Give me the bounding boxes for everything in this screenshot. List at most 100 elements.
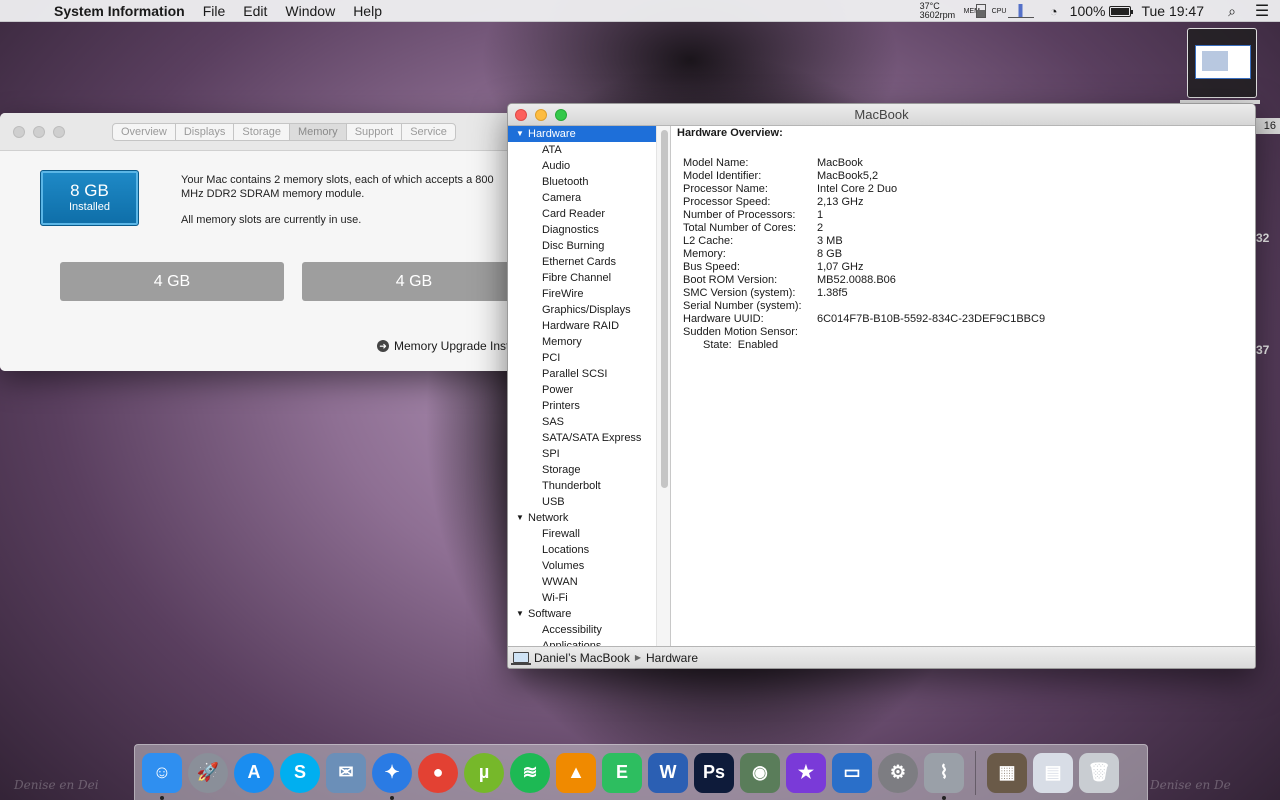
sidebar-item-parallel-scsi[interactable]: Parallel SCSI xyxy=(508,366,656,382)
sidebar-item-power[interactable]: Power xyxy=(508,382,656,398)
sidebar-item-diagnostics[interactable]: Diagnostics xyxy=(508,222,656,238)
sidebar-item-bluetooth[interactable]: Bluetooth xyxy=(508,174,656,190)
dock-imovie-icon[interactable]: ★ xyxy=(786,752,826,793)
zoom-button[interactable] xyxy=(53,126,65,138)
wifi-icon[interactable]: ◔ xyxy=(1042,4,1066,19)
tab-memory[interactable]: Memory xyxy=(289,124,347,140)
sidebar-item-firewall[interactable]: Firewall xyxy=(508,526,656,542)
dock-finder-icon[interactable]: ☺ xyxy=(142,752,182,800)
breadcrumb-hardware[interactable]: Hardware xyxy=(646,651,698,665)
sidebar-item-printers[interactable]: Printers xyxy=(508,398,656,414)
sidebar-group-network[interactable]: ▼ Network xyxy=(508,510,656,526)
dock-app-store-icon[interactable]: A xyxy=(234,752,274,793)
sidebar-item-hardware-raid[interactable]: Hardware RAID xyxy=(508,318,656,334)
sidebar-item-memory[interactable]: Memory xyxy=(508,334,656,350)
menu-edit[interactable]: Edit xyxy=(234,0,276,22)
dock-mail-icon[interactable]: ✉ xyxy=(326,752,366,793)
motion-sensor-details: State: Enabled xyxy=(683,339,1249,352)
sidebar-item-sas[interactable]: SAS xyxy=(508,414,656,430)
property-value: 1.38f5 xyxy=(817,287,848,299)
edge-label-16: 16 xyxy=(1254,118,1280,134)
sidebar-item-firewire[interactable]: FireWire xyxy=(508,286,656,302)
minimize-button[interactable] xyxy=(535,109,547,121)
dock-image-capture-icon[interactable]: ◉ xyxy=(740,752,780,793)
sidebar-item-sata-sata-express[interactable]: SATA/SATA Express xyxy=(508,430,656,446)
battery-icon[interactable] xyxy=(1109,5,1134,17)
memory-upgrade-link[interactable]: ➜ Memory Upgrade Inst xyxy=(377,339,509,353)
property-row: SMC Version (system): 1.38f5 xyxy=(683,287,1249,300)
dock-photoshop-icon[interactable]: Ps xyxy=(694,752,734,793)
sidebar-item-graphics-displays[interactable]: Graphics/Displays xyxy=(508,302,656,318)
sidebar-item-camera[interactable]: Camera xyxy=(508,190,656,206)
dock-system-information-icon[interactable]: ⌇ xyxy=(924,752,964,800)
status-area: 37°C 3602rpm MEM CPU ◔ 100% Tue 19:47 ⌕ … xyxy=(920,0,1280,22)
sidebar-item-fibre-channel[interactable]: Fibre Channel xyxy=(508,270,656,286)
property-value: 2,13 GHz xyxy=(817,196,864,208)
dock-documents-stack-icon[interactable]: ▤ xyxy=(1033,752,1073,793)
sidebar-item-pci[interactable]: PCI xyxy=(508,350,656,366)
close-button[interactable] xyxy=(515,109,527,121)
dock-evernote-icon[interactable]: E xyxy=(602,752,642,793)
sidebar-item-wwan[interactable]: WWAN xyxy=(508,574,656,590)
app-menu[interactable]: System Information xyxy=(54,0,194,22)
notification-center-icon[interactable]: ☰ xyxy=(1244,1,1280,21)
property-value: Enabled xyxy=(737,339,779,351)
menubar-clock[interactable]: Tue 19:47 xyxy=(1141,3,1220,19)
sidebar-item-disc-burning[interactable]: Disc Burning xyxy=(508,238,656,254)
sidebar-item-volumes[interactable]: Volumes xyxy=(508,558,656,574)
breadcrumb-computer[interactable]: Daniel’s MacBook xyxy=(534,651,630,665)
sidebar-item-ata[interactable]: ATA xyxy=(508,142,656,158)
dock-vlc-icon[interactable]: ▲ xyxy=(556,752,596,793)
zoom-button[interactable] xyxy=(555,109,567,121)
tab-support[interactable]: Support xyxy=(347,124,403,140)
dock-utorrent-icon[interactable]: µ xyxy=(464,752,504,793)
running-indicator xyxy=(942,795,946,800)
tab-service[interactable]: Service xyxy=(402,124,455,140)
sidebar-item-usb[interactable]: USB xyxy=(508,494,656,510)
dock-keynote-icon[interactable]: ▭ xyxy=(832,752,872,793)
tab-storage[interactable]: Storage xyxy=(234,124,290,140)
menu-file[interactable]: File xyxy=(194,0,235,22)
sidebar-item-spi[interactable]: SPI xyxy=(508,446,656,462)
sidebar-item-storage[interactable]: Storage xyxy=(508,462,656,478)
property-row: Sudden Motion Sensor: xyxy=(683,326,1249,339)
memory-meter-icon[interactable] xyxy=(975,4,986,18)
dock-word-icon[interactable]: W xyxy=(648,752,688,793)
dock-trash-icon[interactable]: 🗑 xyxy=(1079,752,1119,793)
menu-window[interactable]: Window xyxy=(276,0,344,22)
dock-safari-icon[interactable]: ✦ xyxy=(372,752,412,800)
dock-system-preferences-icon[interactable]: ⚙ xyxy=(878,752,918,793)
dock-launchpad-icon[interactable]: 🚀 xyxy=(188,752,228,793)
scrollbar-thumb[interactable] xyxy=(661,130,668,488)
dock-spotify-icon[interactable]: ≋ xyxy=(510,752,550,793)
desktop-thumbnail[interactable] xyxy=(1187,28,1257,98)
sidebar-item-ethernet-cards[interactable]: Ethernet Cards xyxy=(508,254,656,270)
dock-skype-icon[interactable]: S xyxy=(280,752,320,793)
running-indicator xyxy=(390,795,394,800)
property-key: Boot ROM Version: xyxy=(683,274,778,286)
battery-percent[interactable]: 100% xyxy=(1070,3,1110,19)
sidebar-item-locations[interactable]: Locations xyxy=(508,542,656,558)
sidebar-item-accessibility[interactable]: Accessibility xyxy=(508,622,656,638)
sidebar-item-card-reader[interactable]: Card Reader xyxy=(508,206,656,222)
sidebar-item-thunderbolt[interactable]: Thunderbolt xyxy=(508,478,656,494)
disclosure-triangle-icon[interactable]: ▼ xyxy=(516,126,525,142)
sidebar-group-software[interactable]: ▼ Software xyxy=(508,606,656,622)
menu-help[interactable]: Help xyxy=(344,0,391,22)
spotlight-search-icon[interactable]: ⌕ xyxy=(1220,3,1244,20)
dock-downloads-stack-icon[interactable]: ▦ xyxy=(987,752,1027,793)
cpu-graph-icon[interactable] xyxy=(1007,4,1034,18)
sidebar-item-wi-fi[interactable]: Wi-Fi xyxy=(508,590,656,606)
minimize-button[interactable] xyxy=(33,126,45,138)
property-value: 1 xyxy=(817,209,824,221)
sidebar-group-hardware[interactable]: ▼ Hardware xyxy=(508,126,656,142)
close-button[interactable] xyxy=(13,126,25,138)
tab-overview[interactable]: Overview xyxy=(113,124,176,140)
disclosure-triangle-icon[interactable]: ▼ xyxy=(516,606,525,622)
dock-chrome-icon[interactable]: ● xyxy=(418,752,458,793)
tab-displays[interactable]: Displays xyxy=(176,124,235,140)
sidebar-item-audio[interactable]: Audio xyxy=(508,158,656,174)
disclosure-triangle-icon[interactable]: ▼ xyxy=(516,510,525,526)
sidebar-scrollbar[interactable] xyxy=(656,126,671,648)
temperature-monitor[interactable]: 37°C 3602rpm xyxy=(920,2,964,20)
